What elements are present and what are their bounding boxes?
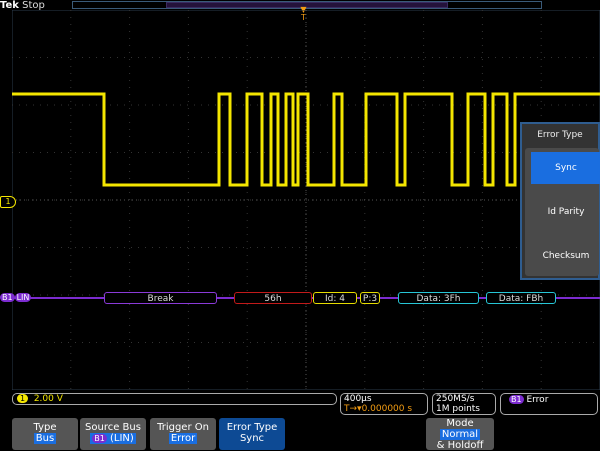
horizontal-readout[interactable]: 400µs T→▾0.000000 s [340,393,428,415]
button-title: Mode [446,418,474,429]
button-title: Type [33,422,57,433]
graticule [12,10,600,390]
bus-id-badge: B1 [0,293,15,302]
trigger-on-button[interactable]: Trigger On Error [150,418,216,450]
trigger-type: Error [526,395,549,405]
menu-title: Error Type [537,130,583,140]
bus-packet: Id: 4 [313,292,357,304]
bus-badge: B1 [92,434,107,443]
menu-item-checksum[interactable]: Checksum [531,238,600,274]
channel1-scale: 2.00 V [33,394,63,404]
trigger-source-badge: B1 [509,395,524,404]
button-extra: & Holdoff [436,440,484,451]
button-title: Source Bus [85,422,141,433]
button-value: Normal [439,429,481,440]
horizontal-position: 0.000000 s [361,404,413,414]
button-title: Trigger On [157,422,209,433]
bus-type-badge: LIN [14,293,32,302]
record-view-window[interactable] [166,2,448,8]
trigger-readout[interactable]: B1 Error [500,393,598,415]
bus-packet: 56h [234,292,312,304]
source-bus-button[interactable]: Source Bus B1 (LIN) [80,418,146,450]
channel1-badge: 1 [17,394,29,403]
button-value: Sync [239,433,265,444]
menu-item-sync[interactable]: Sync [531,152,600,184]
type-button[interactable]: Type Bus [12,418,78,450]
acquisition-readout[interactable]: 250MS/s 1M points [432,393,496,415]
bus-packet: P:3 [360,292,380,304]
bus-packet: Break [104,292,217,304]
menu-list: Sync Id Parity Checksum [525,148,600,276]
error-type-button[interactable]: Error Type Sync [219,418,285,450]
button-value: Error [168,433,198,444]
bus-packet: Data: FBh [486,292,556,304]
channel1-scale-readout[interactable]: 1 2.00 V [12,393,337,405]
bus-packet: Data: 3Fh [398,292,479,304]
channel1-marker[interactable]: 1 [0,196,16,208]
mode-holdoff-button[interactable]: Mode Normal & Holdoff [426,418,494,451]
bus-marker[interactable]: B1 LIN [0,292,32,303]
trigger-delay-icon: T→▾ [344,404,362,414]
error-type-menu: Error Type Sync Id Parity Checksum [520,122,600,280]
button-title: Error Type [226,422,278,433]
button-value: Bus [33,433,57,444]
sample-rate: 250MS/s [436,394,475,404]
horizontal-scale: 400µs [344,394,372,404]
menu-item-id-parity[interactable]: Id Parity [531,194,600,230]
button-value: (LIN) [109,433,134,444]
record-length: 1M points [436,404,480,414]
